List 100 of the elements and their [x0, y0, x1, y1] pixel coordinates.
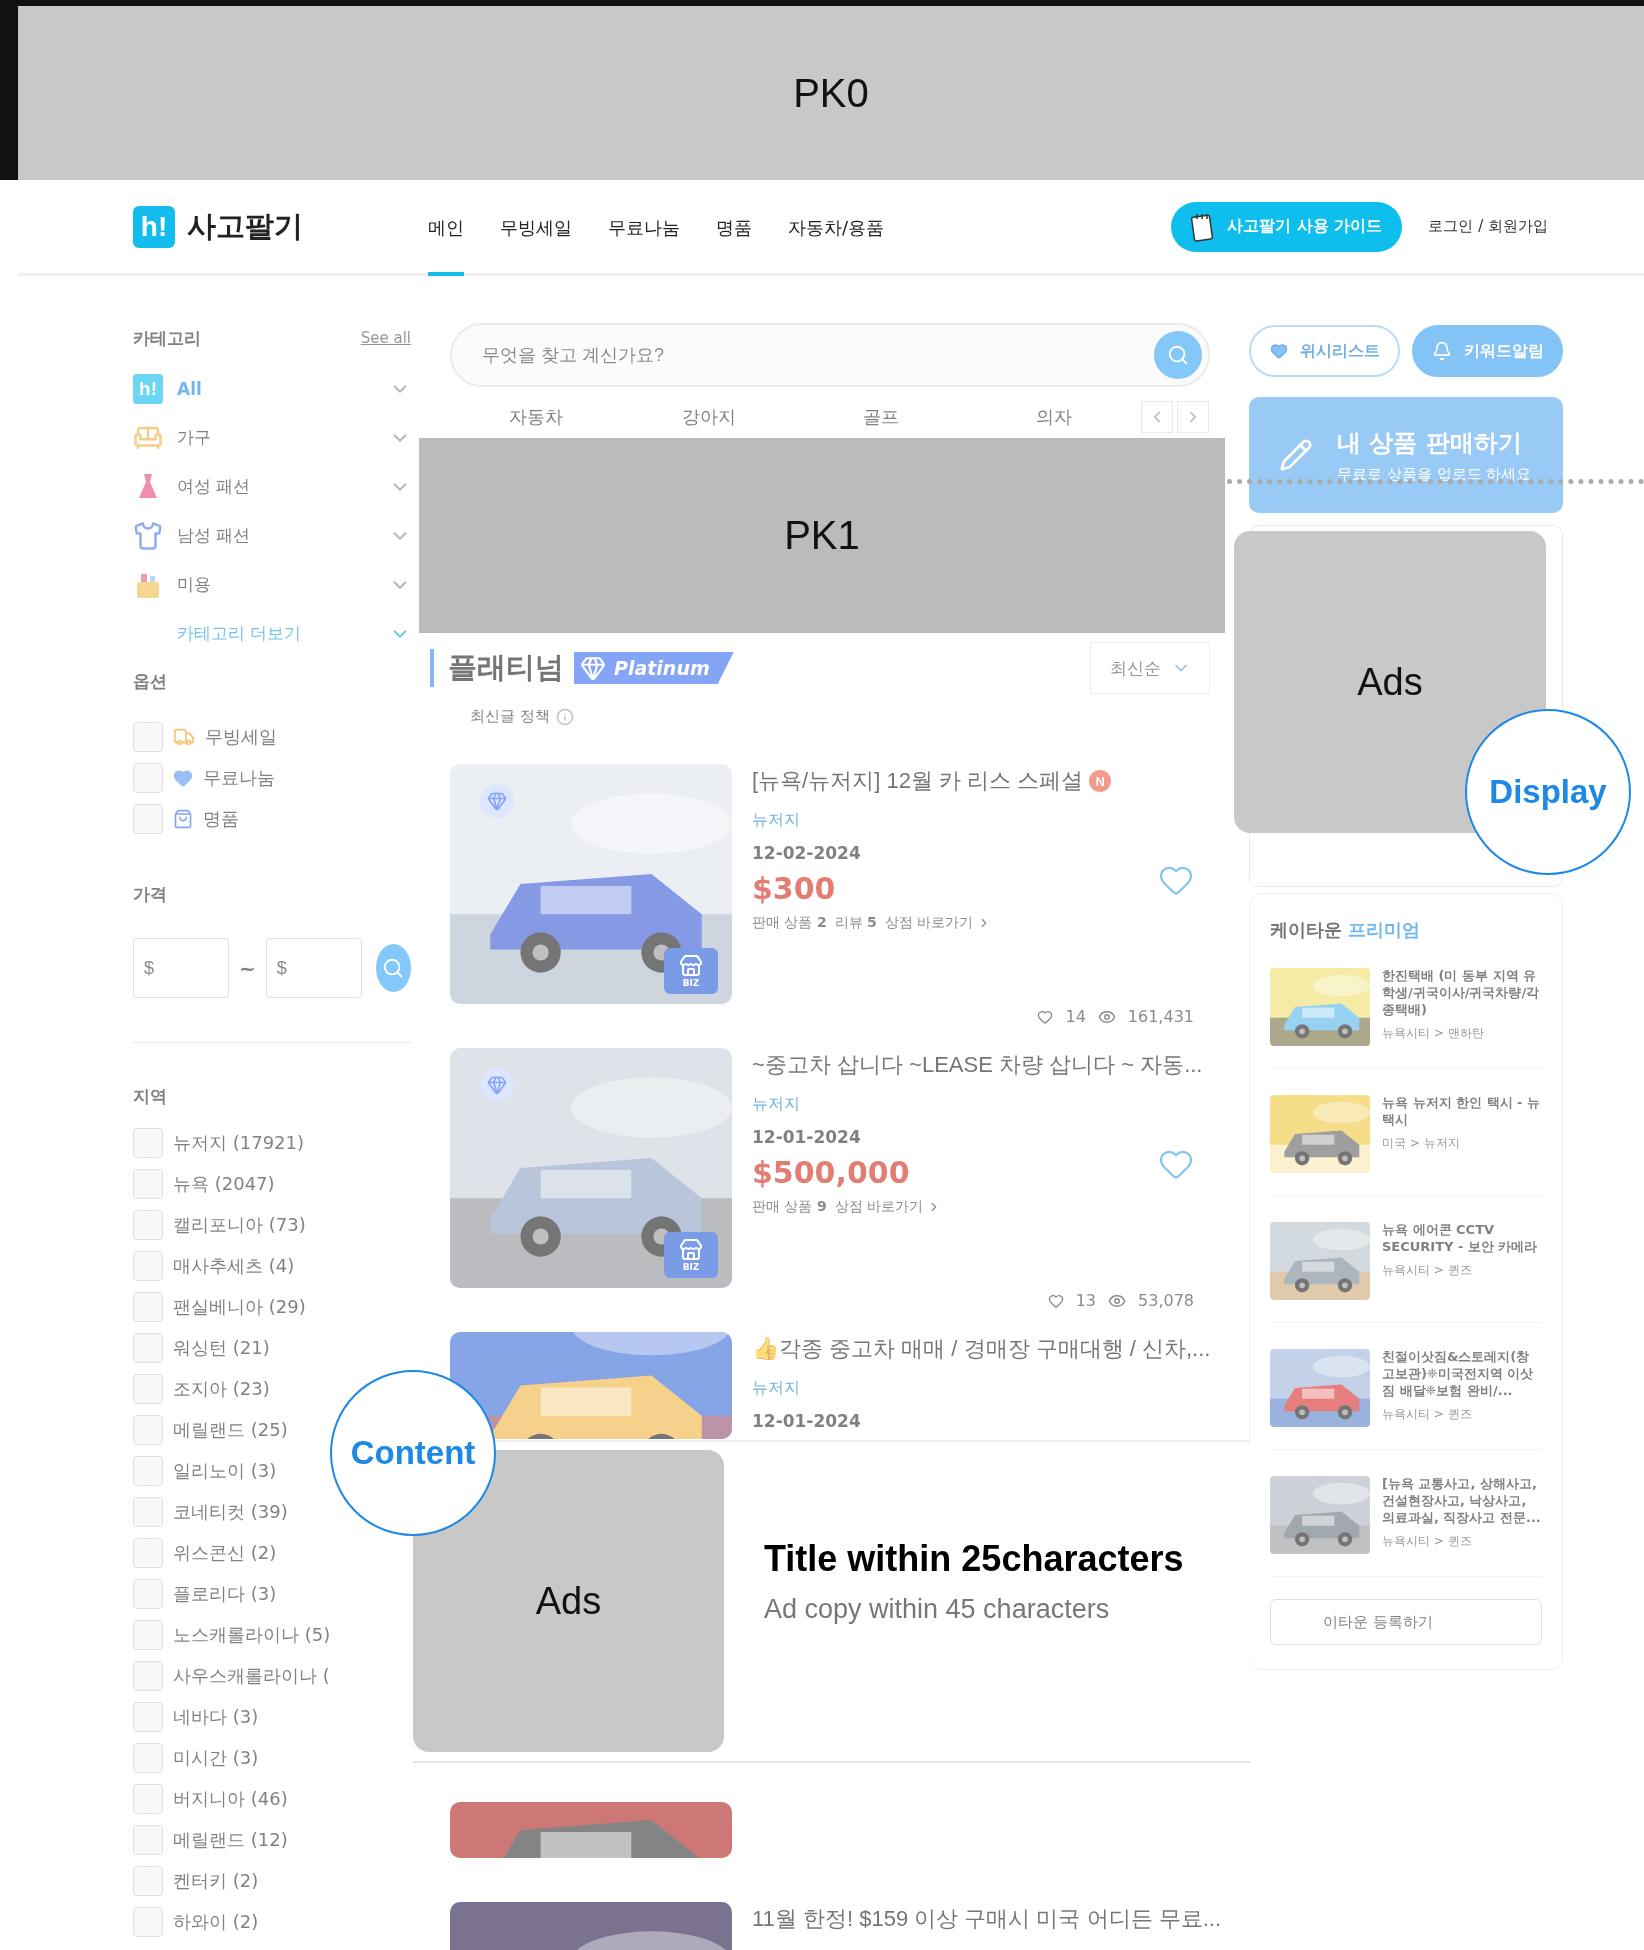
category-item[interactable]: 여성 패션 — [177, 475, 375, 498]
nav-tab[interactable]: 무빙세일 — [500, 180, 572, 276]
checkbox[interactable] — [133, 1209, 163, 1240]
heart-icon — [1269, 342, 1288, 360]
listing-date: 12-02-2024 — [752, 843, 861, 863]
category-item[interactable]: 미용 — [177, 573, 375, 596]
checkbox[interactable] — [133, 721, 163, 752]
search-field[interactable]: 무엇을 찾고 계신가요? — [450, 323, 1210, 387]
ad-slot-label: Ads — [1357, 660, 1423, 704]
previous-button[interactable] — [1141, 401, 1173, 433]
checkbox[interactable] — [133, 1496, 163, 1527]
keyword-chip[interactable]: 자동차 — [509, 405, 564, 429]
seller-stat: 판매 상품 2 — [752, 914, 827, 932]
see-all-link[interactable]: See all — [360, 329, 411, 347]
store-link[interactable]: 상점 바로가기 — [884, 914, 992, 932]
region-label: 플로리다 (3) — [173, 1581, 277, 1606]
checkbox[interactable] — [133, 1619, 163, 1650]
gem-icon — [580, 655, 606, 681]
checkbox[interactable] — [133, 1332, 163, 1363]
region-label: 위스콘신 (2) — [173, 1540, 277, 1565]
ad-slot-label: PK1 — [784, 513, 860, 558]
business-location: 뉴욕시티 > 맨하탄 — [1382, 1024, 1485, 1042]
next-button[interactable] — [1177, 401, 1209, 433]
business-title[interactable]: 한진택배 (미 동부 지역 유학생/귀국이사/귀국차량/각종택배) — [1382, 968, 1542, 1019]
region-label: 하와이 (2) — [173, 1909, 259, 1934]
business-title[interactable]: [뉴욕 교통사고, 상해사고, 건설현장사고, 낙상사고, 의료과실, 직장사고 전문... — [1382, 1476, 1542, 1527]
keyword-chip[interactable]: 강아지 — [681, 405, 736, 429]
checkbox[interactable] — [133, 1906, 163, 1937]
nav-tab[interactable]: 메인 — [428, 180, 464, 276]
checkbox[interactable] — [133, 1537, 163, 1568]
checkbox[interactable] — [133, 1578, 163, 1609]
search-button[interactable] — [375, 944, 411, 992]
checkbox[interactable] — [133, 1168, 163, 1199]
ad-title: Title within 25characters — [764, 1538, 1184, 1580]
new-badge: N — [1089, 770, 1112, 792]
nav-tab[interactable]: 무료나눔 — [608, 180, 680, 276]
business-location: 뉴욕시티 > 퀸즈 — [1382, 1405, 1473, 1423]
logo-icon: h! — [133, 205, 175, 248]
nav-tab[interactable]: 명품 — [716, 180, 752, 276]
listing-location: 뉴저지 — [752, 1094, 800, 1115]
checkbox[interactable] — [133, 1373, 163, 1404]
placement-label: Display — [1465, 709, 1631, 875]
listing-date: 12-01-2024 — [752, 1411, 861, 1431]
checkbox[interactable] — [133, 1783, 163, 1814]
listing-location: 뉴저지 — [752, 1378, 800, 1399]
min-price-field[interactable]: $ — [133, 938, 229, 998]
checkbox[interactable] — [133, 803, 163, 834]
category-item[interactable]: 남성 패션 — [177, 524, 375, 547]
register-button[interactable]: 이타운 등록하기 — [1270, 1599, 1542, 1645]
checkbox[interactable] — [133, 1414, 163, 1445]
region-label: 팬실베니아 (29) — [173, 1294, 306, 1319]
listing-title[interactable]: ~중고차 삽니다 ~LEASE 차량 삽니다 ~ 자동... — [752, 1050, 1203, 1080]
region-label: 메릴랜드 (25) — [173, 1417, 288, 1442]
checkbox[interactable] — [133, 1824, 163, 1855]
bell-icon — [1431, 341, 1452, 361]
search-icon — [1167, 344, 1189, 366]
seller-stat: 판매 상품 9 — [752, 1198, 827, 1216]
search-button[interactable] — [1154, 331, 1202, 379]
category-item[interactable]: All — [177, 378, 375, 399]
sort-dropdown[interactable]: 최신순 — [1090, 642, 1210, 694]
business-title[interactable]: 뉴욕 뉴저지 한인 택시 - 뉴택시 — [1382, 1095, 1542, 1129]
info-icon[interactable] — [555, 707, 574, 726]
checkbox[interactable] — [133, 1250, 163, 1281]
checkbox[interactable] — [133, 1455, 163, 1486]
keyword-chip[interactable]: 의자 — [1035, 405, 1072, 429]
checkbox[interactable] — [133, 1742, 163, 1773]
policy-link[interactable]: 최신글 정책 — [470, 707, 550, 726]
listing-title[interactable]: 11월 한정! $159 이상 구매시 미국 어디든 무료... — [752, 1904, 1221, 1934]
option-label: 무빙세일 — [205, 724, 277, 749]
range-separator: ~ — [239, 956, 256, 980]
checkbox[interactable] — [133, 1865, 163, 1896]
region-label: 미시간 (3) — [173, 1745, 259, 1770]
checkbox[interactable] — [133, 1660, 163, 1691]
store-link[interactable]: 상점 바로가기 — [834, 1198, 942, 1216]
nav-tab[interactable]: 자동차/용품 — [788, 180, 885, 276]
category-heading: 카테고리 — [133, 326, 201, 350]
category-item[interactable]: 가구 — [177, 426, 375, 449]
logo-text[interactable]: 사고팔기 — [187, 206, 303, 247]
keyword-chip[interactable]: 골프 — [863, 405, 900, 429]
listing-title[interactable]: [뉴욕/뉴저지] 12월 카 리스 스페셜 — [752, 766, 1084, 796]
max-price-field[interactable]: $ — [265, 938, 362, 998]
region-label: 뉴욕 (2047) — [173, 1171, 275, 1196]
login-link[interactable]: 로그인 / 회원가입 — [1428, 217, 1548, 236]
wishlist-button[interactable]: 위시리스트 — [1249, 325, 1400, 377]
business-title[interactable]: 친절이삿짐&스토레지(창고보관)❈미국전지역 이삿짐 배달❈보험 완비/... — [1382, 1349, 1542, 1400]
region-label: 뉴저지 (17921) — [173, 1130, 305, 1155]
checkbox[interactable] — [133, 1291, 163, 1322]
listing-title[interactable]: 👍각종 중고차 매매 / 경매장 구매대행 / 신차,... — [752, 1334, 1211, 1364]
region-label: 버지니아 (46) — [173, 1786, 288, 1811]
guide-button[interactable]: 사고팔기 사용 가이드 — [1171, 201, 1403, 252]
checkbox[interactable] — [133, 762, 163, 793]
gem-icon — [487, 791, 507, 811]
business-title[interactable]: 뉴욕 에어콘 CCTV SECURITY - 보안 카메라 — [1382, 1222, 1542, 1256]
checkbox[interactable] — [133, 1127, 163, 1158]
gem-icon — [487, 1075, 507, 1095]
checkbox[interactable] — [133, 1701, 163, 1732]
like-count: 14 — [1065, 1007, 1086, 1026]
store-icon — [679, 1238, 703, 1262]
region-label: 조지아 (23) — [173, 1376, 270, 1401]
store-icon — [679, 954, 703, 978]
